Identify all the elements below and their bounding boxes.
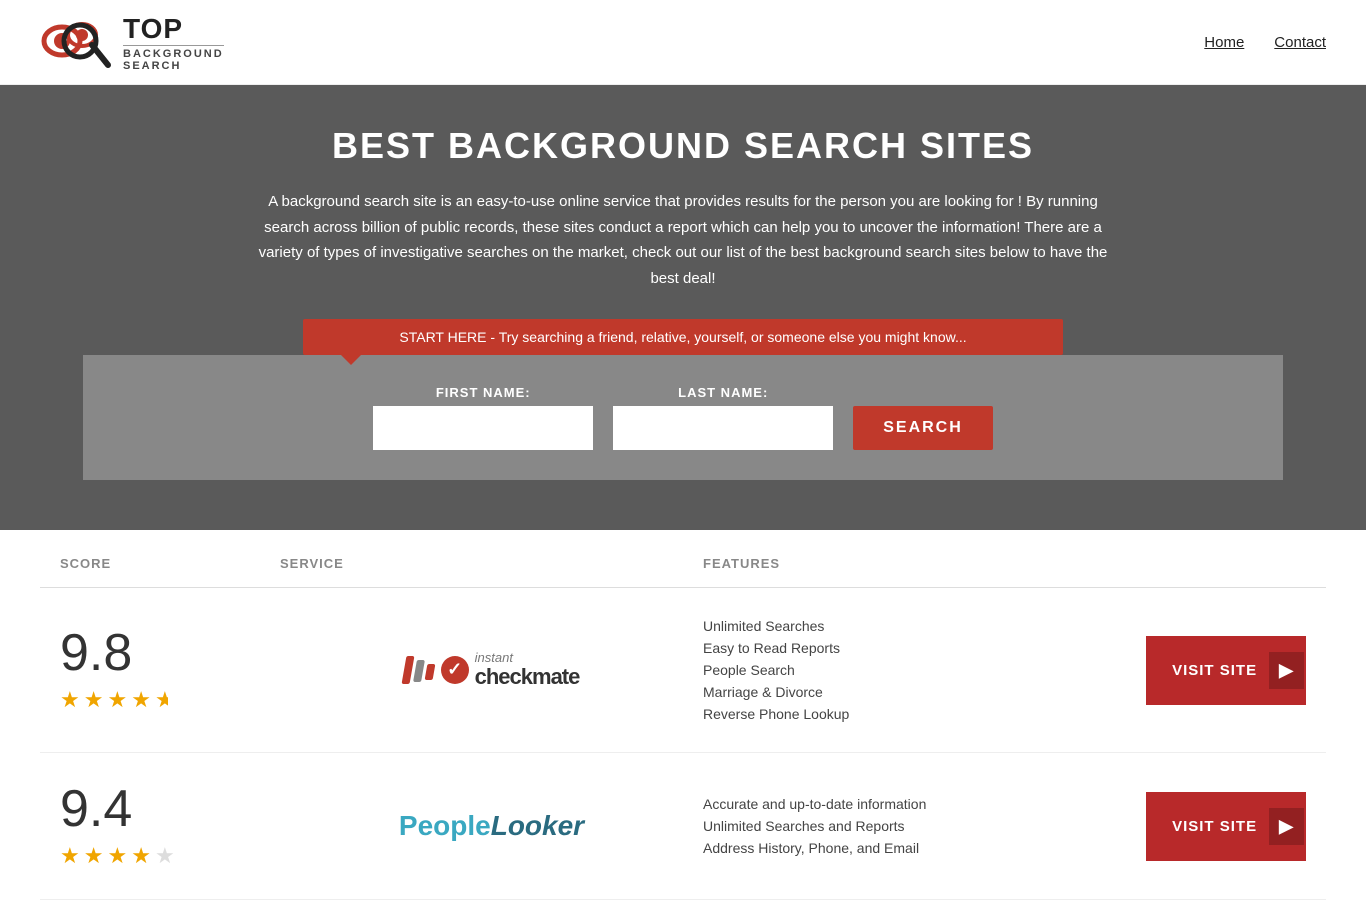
first-name-group: FIRST NAME: — [373, 385, 593, 450]
nav-home[interactable]: Home — [1204, 34, 1244, 51]
checkmark-circle: ✓ — [441, 656, 469, 684]
logo-sub-text: BACKGROUNDSEARCH — [123, 45, 224, 72]
logo-text: TOP BACKGROUNDSEARCH — [123, 13, 224, 72]
logo-icon — [40, 11, 115, 73]
star-4: ★ — [131, 687, 151, 713]
star-4: ★ — [131, 843, 151, 869]
header-action — [1126, 556, 1306, 571]
star-3: ★ — [107, 687, 127, 713]
last-name-group: LAST NAME: — [613, 385, 833, 450]
visit-site-button-2[interactable]: VISIT SITE ▶ — [1146, 792, 1306, 861]
star-2: ★ — [84, 687, 104, 713]
search-button[interactable]: SEARCH — [853, 406, 993, 450]
feature-item: Marriage & Divorce — [703, 684, 1126, 700]
visit-cell-2: VISIT SITE ▶ — [1126, 792, 1306, 861]
logo-top-text: TOP — [123, 13, 224, 45]
looker-text: Looker — [491, 810, 584, 841]
site-header: TOP BACKGROUNDSEARCH Home Contact — [0, 0, 1366, 85]
nav-contact[interactable]: Contact — [1274, 34, 1326, 51]
feature-item: Reverse Phone Lookup — [703, 706, 1126, 722]
feature-item: Unlimited Searches and Reports — [703, 818, 1126, 834]
last-name-label: LAST NAME: — [613, 385, 833, 400]
star-1: ★ — [60, 687, 80, 713]
search-callout: START HERE - Try searching a friend, rel… — [303, 319, 1063, 355]
last-name-input[interactable] — [613, 406, 833, 450]
people-text: People — [399, 810, 491, 841]
table-row: 9.4 ★ ★ ★ ★ ★ PeopleLooker Accurate and … — [40, 753, 1326, 900]
features-cell-1: Unlimited Searches Easy to Read Reports … — [703, 618, 1126, 722]
search-form-wrapper: FIRST NAME: LAST NAME: SEARCH — [83, 355, 1283, 480]
service-cell-2: PeopleLooker — [280, 810, 703, 842]
visit-cell-1: VISIT SITE ▶ — [1126, 636, 1306, 705]
header-score: SCORE — [60, 556, 280, 571]
feature-item: People Search — [703, 662, 1126, 678]
first-name-label: FIRST NAME: — [373, 385, 593, 400]
star-empty-5: ★ — [155, 843, 175, 869]
visit-arrow-icon: ▶ — [1269, 652, 1304, 689]
instant-text: instant — [475, 651, 580, 665]
header-features: FEATURES — [703, 556, 1126, 571]
feature-item: Easy to Read Reports — [703, 640, 1126, 656]
stars-1: ★ ★ ★ ★ ★ — [60, 687, 168, 713]
results-section: SCORE SERVICE FEATURES 9.8 ★ ★ ★ ★ ★ — [0, 540, 1366, 900]
hero-description: A background search site is an easy-to-u… — [253, 189, 1113, 291]
checkmate-icon: ✓ — [404, 656, 469, 684]
visit-arrow-icon: ▶ — [1269, 808, 1304, 845]
first-name-input[interactable] — [373, 406, 593, 450]
visit-site-button-1[interactable]: VISIT SITE ▶ — [1146, 636, 1306, 705]
table-header: SCORE SERVICE FEATURES — [40, 540, 1326, 588]
star-half-5: ★ — [155, 687, 168, 713]
feature-item: Accurate and up-to-date information — [703, 796, 1126, 812]
star-3: ★ — [107, 843, 127, 869]
hero-title: BEST BACKGROUND SEARCH SITES — [20, 125, 1346, 167]
score-number-2: 9.4 — [60, 783, 132, 835]
feature-item: Address History, Phone, and Email — [703, 840, 1126, 856]
service-cell-1: ✓ instant checkmate — [280, 651, 703, 689]
checkmate-text: checkmate — [475, 665, 580, 689]
peoplelooker-logo: PeopleLooker — [399, 810, 584, 842]
score-cell-2: 9.4 ★ ★ ★ ★ ★ — [60, 783, 280, 869]
header-service: SERVICE — [280, 556, 703, 571]
feature-item: Unlimited Searches — [703, 618, 1126, 634]
score-number-1: 9.8 — [60, 627, 132, 679]
hero-section: BEST BACKGROUND SEARCH SITES A backgroun… — [0, 85, 1366, 530]
star-1: ★ — [60, 843, 80, 869]
score-cell-1: 9.8 ★ ★ ★ ★ ★ — [60, 627, 280, 713]
stars-2: ★ ★ ★ ★ ★ — [60, 843, 175, 869]
visit-btn-label: VISIT SITE — [1172, 818, 1257, 835]
star-2: ★ — [84, 843, 104, 869]
visit-btn-label: VISIT SITE — [1172, 662, 1257, 679]
logo-area: TOP BACKGROUNDSEARCH — [40, 11, 224, 73]
table-row: 9.8 ★ ★ ★ ★ ★ ✓ — [40, 588, 1326, 753]
search-form: FIRST NAME: LAST NAME: SEARCH — [103, 385, 1263, 450]
checkmate-logo: ✓ instant checkmate — [404, 651, 580, 689]
main-nav: Home Contact — [1204, 34, 1326, 51]
features-cell-2: Accurate and up-to-date information Unli… — [703, 796, 1126, 856]
